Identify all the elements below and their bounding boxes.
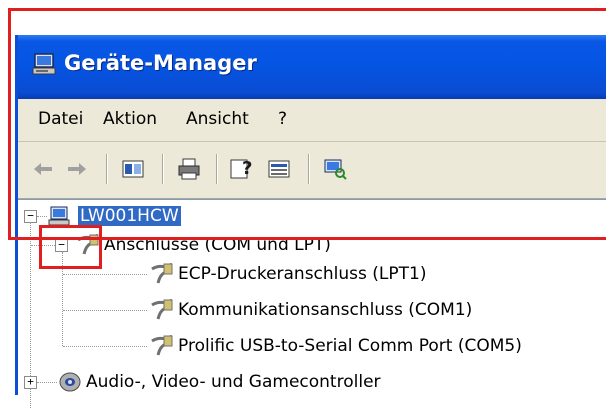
tree-line: [63, 310, 147, 311]
menu-bar: Datei Aktion Ansicht ?: [18, 99, 606, 142]
tree-line: [37, 216, 47, 217]
computer-icon: [48, 206, 72, 226]
svg-text:?: ?: [242, 158, 252, 179]
menu-help[interactable]: ?: [278, 109, 287, 129]
toolbar-separator: [308, 154, 310, 184]
tree-group-audio[interactable]: Audio-, Video- und Gamecontroller: [58, 368, 381, 396]
title-bar[interactable]: Geräte-Manager: [18, 35, 606, 99]
scan-hardware-icon[interactable]: [322, 156, 348, 182]
port-connector-icon: [74, 233, 100, 256]
tree-line: [31, 245, 55, 246]
port-connector-icon: [148, 334, 174, 357]
toolbar-separator: [216, 154, 218, 184]
device-tree: − LW001HCW − Anschlüsse (COM und LPT) EC…: [18, 199, 606, 408]
tree-item-com5[interactable]: Prolific USB-to-Serial Comm Port (COM5): [148, 332, 522, 360]
toolbar-separator: [162, 154, 164, 184]
toolbar: ?: [18, 142, 606, 199]
tree-root-label: LW001HCW: [78, 206, 181, 226]
tree-line: [63, 346, 147, 347]
port-connector-icon: [148, 262, 174, 285]
tree-group-ports-label: Anschlüsse (COM und LPT): [104, 235, 331, 255]
tree-group-audio-label: Audio-, Video- und Gamecontroller: [86, 372, 381, 392]
properties-view-icon[interactable]: [120, 156, 146, 182]
tree-line: [63, 274, 147, 275]
tree-line: [62, 252, 63, 346]
audio-expander[interactable]: +: [24, 376, 37, 389]
computer-monitor-icon: [32, 52, 58, 76]
tree-root-computer[interactable]: LW001HCW: [48, 202, 181, 230]
tree-item-com1-label: Kommunikationsanschluss (COM1): [178, 300, 473, 320]
tree-item-lpt1[interactable]: ECP-Druckeranschluss (LPT1): [148, 260, 426, 288]
speaker-icon: [58, 371, 82, 393]
tree-item-com5-label: Prolific USB-to-Serial Comm Port (COM5): [178, 336, 522, 356]
print-icon[interactable]: [176, 156, 202, 182]
tree-line: [37, 382, 57, 383]
tree-group-ports[interactable]: Anschlüsse (COM und LPT): [74, 231, 331, 259]
back-arrow-icon[interactable]: [30, 156, 56, 182]
toolbar-separator: [106, 154, 108, 184]
device-manager-window: Geräte-Manager Datei Aktion Ansicht ? ?: [15, 35, 606, 408]
window-title: Geräte-Manager: [64, 51, 257, 75]
menu-ansicht[interactable]: Ansicht: [186, 109, 249, 129]
menu-aktion[interactable]: Aktion: [103, 109, 157, 129]
menu-datei[interactable]: Datei: [38, 109, 83, 129]
help-icon[interactable]: ?: [230, 156, 256, 182]
details-pane-icon[interactable]: [266, 156, 292, 182]
tree-item-lpt1-label: ECP-Druckeranschluss (LPT1): [178, 264, 427, 284]
tree-item-com1[interactable]: Kommunikationsanschluss (COM1): [148, 296, 472, 324]
port-connector-icon: [148, 298, 174, 321]
ports-expander[interactable]: −: [55, 239, 68, 252]
forward-arrow-icon[interactable]: [64, 156, 90, 182]
